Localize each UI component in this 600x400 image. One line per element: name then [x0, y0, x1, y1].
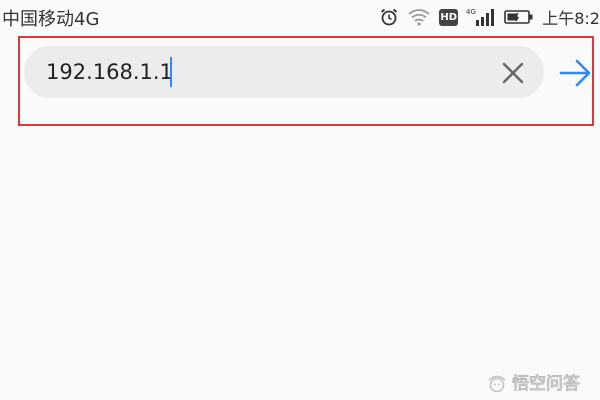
- close-icon: [502, 62, 524, 84]
- hd-icon: HD: [439, 8, 459, 26]
- clear-button[interactable]: [498, 58, 528, 88]
- status-icons: HD 4G 上午8:2: [379, 4, 600, 30]
- watermark-logo-icon: [488, 375, 506, 392]
- signal-4g-icon: 4G: [466, 7, 496, 27]
- svg-text:悟空问答: 悟空问答: [512, 374, 580, 394]
- url-text[interactable]: 192.168.1.1: [46, 60, 173, 84]
- arrow-right-icon: [559, 59, 591, 87]
- watermark-text: 悟空问答: [512, 373, 581, 394]
- clock-time: 上午8:2: [542, 9, 600, 28]
- battery-icon: [504, 9, 534, 25]
- watermark: 悟空问答: [486, 372, 592, 394]
- text-cursor: [170, 57, 172, 87]
- status-bar: 中国移动4G HD 4G 上午8:2: [0, 0, 600, 34]
- go-button[interactable]: [558, 56, 594, 90]
- alarm-icon: [379, 7, 399, 27]
- svg-text:4G: 4G: [466, 8, 476, 16]
- carrier-label: 中国移动4G: [2, 9, 100, 30]
- wifi-icon: [407, 8, 431, 26]
- url-input[interactable]: 192.168.1.1: [24, 46, 544, 98]
- browser-screen: 中国移动4G HD 4G 上午8:2 192.168.1.1 悟空问答: [0, 0, 600, 400]
